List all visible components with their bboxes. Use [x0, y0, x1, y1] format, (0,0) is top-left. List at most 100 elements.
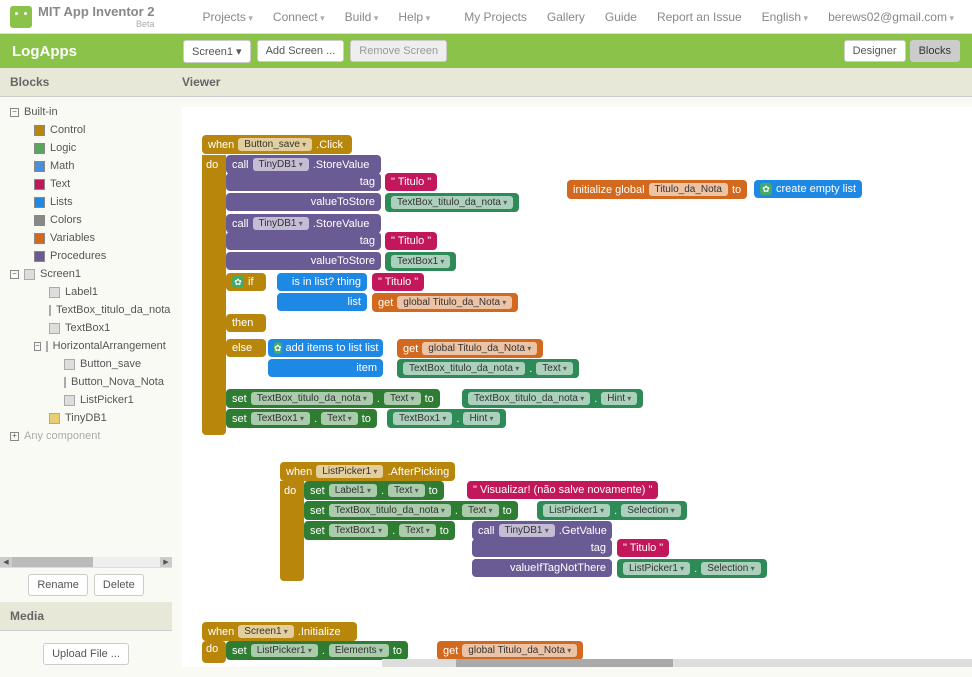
block-text-titulo1[interactable]: " Titulo " [385, 173, 437, 191]
block-get-global2[interactable]: get global Titulo_da_Nota [397, 339, 543, 358]
tree-cat-colors[interactable]: Colors [4, 211, 168, 229]
tree-cat-text[interactable]: Text [4, 175, 168, 193]
tree-actions: Rename Delete [0, 567, 172, 602]
block-set2[interactable]: set TextBox1 . Text to [226, 409, 377, 428]
menu-connect[interactable]: Connect [265, 6, 333, 28]
viewer-column: Viewer when Button_save .Click do callTi [172, 68, 972, 677]
block-comp-tbtitulo-text[interactable]: TextBox_titulo_da_nota . Text [397, 359, 579, 378]
logo-area: MIT App Inventor 2 Beta [10, 4, 155, 29]
media-panel: Media Upload File ... [0, 602, 172, 677]
menu-help[interactable]: Help [390, 6, 438, 28]
swatch-icon [34, 215, 45, 226]
remove-screen-button[interactable]: Remove Screen [350, 40, 447, 62]
tree-cat-lists[interactable]: Lists [4, 193, 168, 211]
gear-icon[interactable]: ✿ [232, 276, 244, 288]
tree-comp-textbox1[interactable]: TextBox1 [4, 319, 168, 337]
block-set-tbtitulo[interactable]: set TextBox_titulo_da_nota . Text to [304, 501, 518, 520]
block-lp-sel1[interactable]: ListPicker1 . Selection [537, 501, 687, 520]
block-when-click[interactable]: when Button_save .Click [202, 135, 352, 154]
tree-tinydb[interactable]: TinyDB1 [4, 409, 168, 427]
beta-label: Beta [38, 19, 155, 29]
menu-language[interactable]: English [754, 6, 816, 28]
tree-comp-listpicker1[interactable]: ListPicker1 [4, 391, 168, 409]
block-call-getvalue[interactable]: call TinyDB1 .GetValue [472, 521, 612, 540]
upload-file-button[interactable]: Upload File ... [43, 643, 129, 665]
menu-projects[interactable]: Projects [195, 6, 261, 28]
minus-icon[interactable]: − [10, 270, 19, 279]
swatch-icon [34, 251, 45, 262]
block-tag3: tag [472, 539, 612, 557]
block-call-store1[interactable]: callTinyDB1.StoreValue [226, 155, 381, 174]
block-do-strip3[interactable]: do [202, 641, 226, 663]
block-set-tb1b[interactable]: set TextBox1 . Text to [304, 521, 455, 540]
block-text-titulo3[interactable]: " Titulo " [372, 273, 424, 291]
block-set-label1[interactable]: set Label1 . Text to [304, 481, 444, 500]
screen-dropdown[interactable]: Screen1 ▾ [183, 40, 251, 63]
gear-icon[interactable]: ✿ [760, 183, 772, 195]
android-logo-icon [10, 6, 32, 28]
tree-comp-label1[interactable]: Label1 [4, 283, 168, 301]
block-if[interactable]: ✿if [226, 273, 266, 291]
tree-cat-procedures[interactable]: Procedures [4, 247, 168, 265]
block-set1[interactable]: set TextBox_titulo_da_nota . Text to [226, 389, 440, 408]
tree-screen1[interactable]: − Screen1 [4, 265, 168, 283]
tree-builtin[interactable]: − Built-in [4, 103, 168, 121]
tree-comp-button_nova_nota[interactable]: Button_Nova_Nota [4, 373, 168, 391]
block-when-initialize[interactable]: when Screen1 .Initialize [202, 622, 357, 641]
menu-report[interactable]: Report an Issue [649, 6, 750, 28]
block-when-afterpicking[interactable]: when ListPicker1 .AfterPicking [280, 462, 455, 481]
canvas[interactable]: when Button_save .Click do callTinyDB1.S… [182, 107, 972, 667]
tree-cat-variables[interactable]: Variables [4, 229, 168, 247]
swatch-icon [34, 197, 45, 208]
scroll-right-icon[interactable]: ▶ [160, 557, 172, 567]
blocks-button[interactable]: Blocks [910, 40, 960, 62]
minus-icon[interactable]: − [10, 108, 19, 117]
delete-button[interactable]: Delete [94, 574, 144, 596]
menu-account[interactable]: berews02@gmail.com [820, 6, 962, 28]
block-comp-hint1[interactable]: TextBox_titulo_da_nota . Hint [462, 389, 643, 408]
block-comp-hint2[interactable]: TextBox1 . Hint [387, 409, 506, 428]
menu-guide[interactable]: Guide [597, 6, 645, 28]
block-additems[interactable]: ✿add items to list list [268, 339, 383, 357]
add-screen-button[interactable]: Add Screen ... [257, 40, 345, 62]
designer-button[interactable]: Designer [844, 40, 906, 62]
block-get-global1[interactable]: get global Titulo_da_Nota [372, 293, 518, 312]
tree-cat-logic[interactable]: Logic [4, 139, 168, 157]
tree-cat-math[interactable]: Math [4, 157, 168, 175]
brand-text: MIT App Inventor 2 [38, 4, 155, 19]
block-text-viz[interactable]: " Visualizar! (não salve novamente) " [467, 481, 658, 499]
block-set-elements[interactable]: set ListPicker1 . Elements to [226, 641, 408, 660]
block-init-global[interactable]: initialize global Titulo_da_Nota to [567, 180, 747, 199]
viewer-panel-head: Viewer [172, 68, 972, 97]
sidebar-hscroll[interactable]: ◀ ▶ [0, 557, 172, 567]
minus-icon[interactable]: − [34, 342, 41, 351]
swatch-icon [34, 125, 45, 136]
block-do-strip2[interactable]: do [280, 481, 304, 581]
tree-cat-control[interactable]: Control [4, 121, 168, 139]
block-comp-tb1[interactable]: TextBox1 [385, 252, 456, 271]
block-comp-tbtitulo1[interactable]: TextBox_titulo_da_nota [385, 193, 519, 212]
block-do-strip[interactable]: do [202, 155, 226, 435]
block-text-titulo4[interactable]: " Titulo " [617, 539, 669, 557]
comp-ref[interactable]: Button_save [238, 138, 312, 151]
canvas-hscroll[interactable] [382, 659, 972, 667]
blocks-tree[interactable]: − Built-in ControlLogicMathTextListsColo… [0, 97, 172, 557]
block-lp-sel2[interactable]: ListPicker1 . Selection [617, 559, 767, 578]
block-get-global3[interactable]: get global Titulo_da_Nota [437, 641, 583, 660]
component-icon [49, 287, 60, 298]
rename-button[interactable]: Rename [28, 574, 88, 596]
tree-comp-textbox_titulo_da_nota[interactable]: TextBox_titulo_da_nota [4, 301, 168, 319]
menu-gallery[interactable]: Gallery [539, 6, 593, 28]
tree-comp-button_save[interactable]: Button_save [4, 355, 168, 373]
block-call-store2[interactable]: callTinyDB1.StoreValue [226, 214, 381, 233]
block-text-titulo2[interactable]: " Titulo " [385, 232, 437, 250]
scroll-left-icon[interactable]: ◀ [0, 557, 12, 567]
tree-anycomponent[interactable]: + Any component [4, 427, 168, 445]
tree-ha[interactable]: − HorizontalArrangement [4, 337, 168, 355]
menu-myprojects[interactable]: My Projects [456, 6, 535, 28]
plus-icon[interactable]: + [10, 432, 19, 441]
gear-icon[interactable]: ✿ [274, 342, 282, 354]
menu-build[interactable]: Build [337, 6, 387, 28]
block-isinlist[interactable]: is in list? thing [277, 273, 367, 291]
block-create-empty[interactable]: ✿ create empty list [754, 180, 862, 198]
